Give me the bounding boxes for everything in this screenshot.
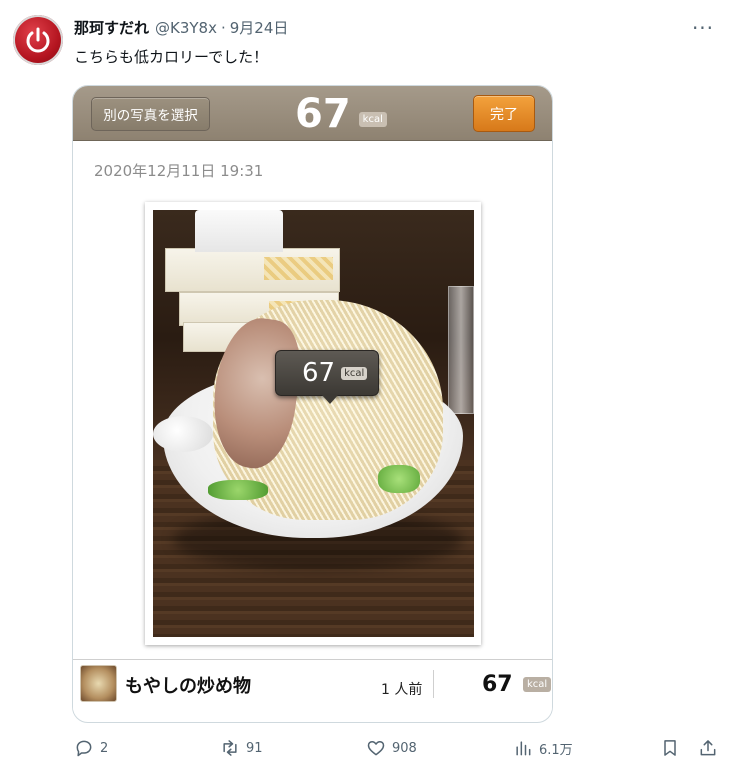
tweet-date[interactable]: 9月24日 [230, 17, 289, 38]
spoon [153, 416, 213, 452]
reply-button[interactable]: 2 [74, 738, 108, 758]
more-icon[interactable]: ··· [689, 14, 717, 42]
kcal-unit-badge: kcal [358, 112, 387, 127]
media-card[interactable]: 別の写真を選択 67 kcal 完了 2020年12月11日 19:31 67 … [72, 85, 553, 723]
tissue-box [165, 248, 340, 292]
photo-frame: 67 kcal [145, 202, 481, 645]
tweet-actions: 2 91 908 6.1万 [0, 738, 741, 766]
bubble-kcal-unit: kcal [341, 366, 368, 380]
food-thumbnail [80, 665, 117, 702]
display-name[interactable]: 那珂すだれ [74, 17, 149, 38]
bookmark-icon [664, 740, 676, 756]
choose-another-photo-button[interactable]: 別の写真を選択 [91, 97, 210, 131]
heart-icon [367, 741, 385, 756]
tissue [195, 210, 283, 252]
tweet-header: 那珂すだれ @K3Y8x · 9月24日 [74, 17, 288, 38]
photo-date: 2020年12月11日 19:31 [94, 162, 264, 180]
food-kcal: 67 [482, 672, 513, 697]
bookmark-button[interactable] [660, 738, 680, 758]
food-serving[interactable]: 1 人前 [381, 679, 422, 699]
views-button[interactable]: 6.1万 [513, 738, 573, 758]
food-kcal-unit: kcal [523, 677, 552, 692]
avatar[interactable] [13, 15, 63, 65]
share-icon [700, 740, 716, 756]
done-button[interactable]: 完了 [473, 95, 535, 132]
total-calories: 67 kcal [295, 92, 387, 136]
cabbage [208, 480, 268, 500]
retweet-icon [223, 740, 237, 756]
food-list-item[interactable]: もやしの炒め物 1 人前 67 kcal [73, 659, 552, 711]
reply-count: 2 [100, 740, 109, 756]
like-button[interactable]: 908 [366, 738, 417, 758]
reply-icon [76, 740, 92, 757]
bar-chart-icon [516, 741, 531, 756]
retweet-count: 91 [246, 740, 263, 756]
handle[interactable]: @K3Y8x [155, 19, 217, 37]
divider [433, 670, 434, 698]
drinking-glass [448, 286, 474, 414]
like-count: 908 [392, 740, 417, 756]
power-icon [26, 27, 50, 53]
bubble-kcal-value: 67 [302, 358, 336, 388]
food-photo [153, 210, 474, 637]
food-name: もやしの炒め物 [125, 676, 251, 697]
calorie-bubble[interactable]: 67 kcal [275, 350, 379, 404]
share-button[interactable] [698, 738, 718, 758]
app-toolbar: 別の写真を選択 67 kcal 完了 [73, 86, 552, 141]
total-kcal-value: 67 [295, 91, 351, 137]
retweet-button[interactable]: 91 [220, 738, 263, 758]
view-count: 6.1万 [539, 742, 573, 758]
separator: · [220, 19, 226, 37]
cabbage [378, 465, 420, 493]
tweet-text: こちらも低カロリーでした！ [74, 48, 269, 66]
